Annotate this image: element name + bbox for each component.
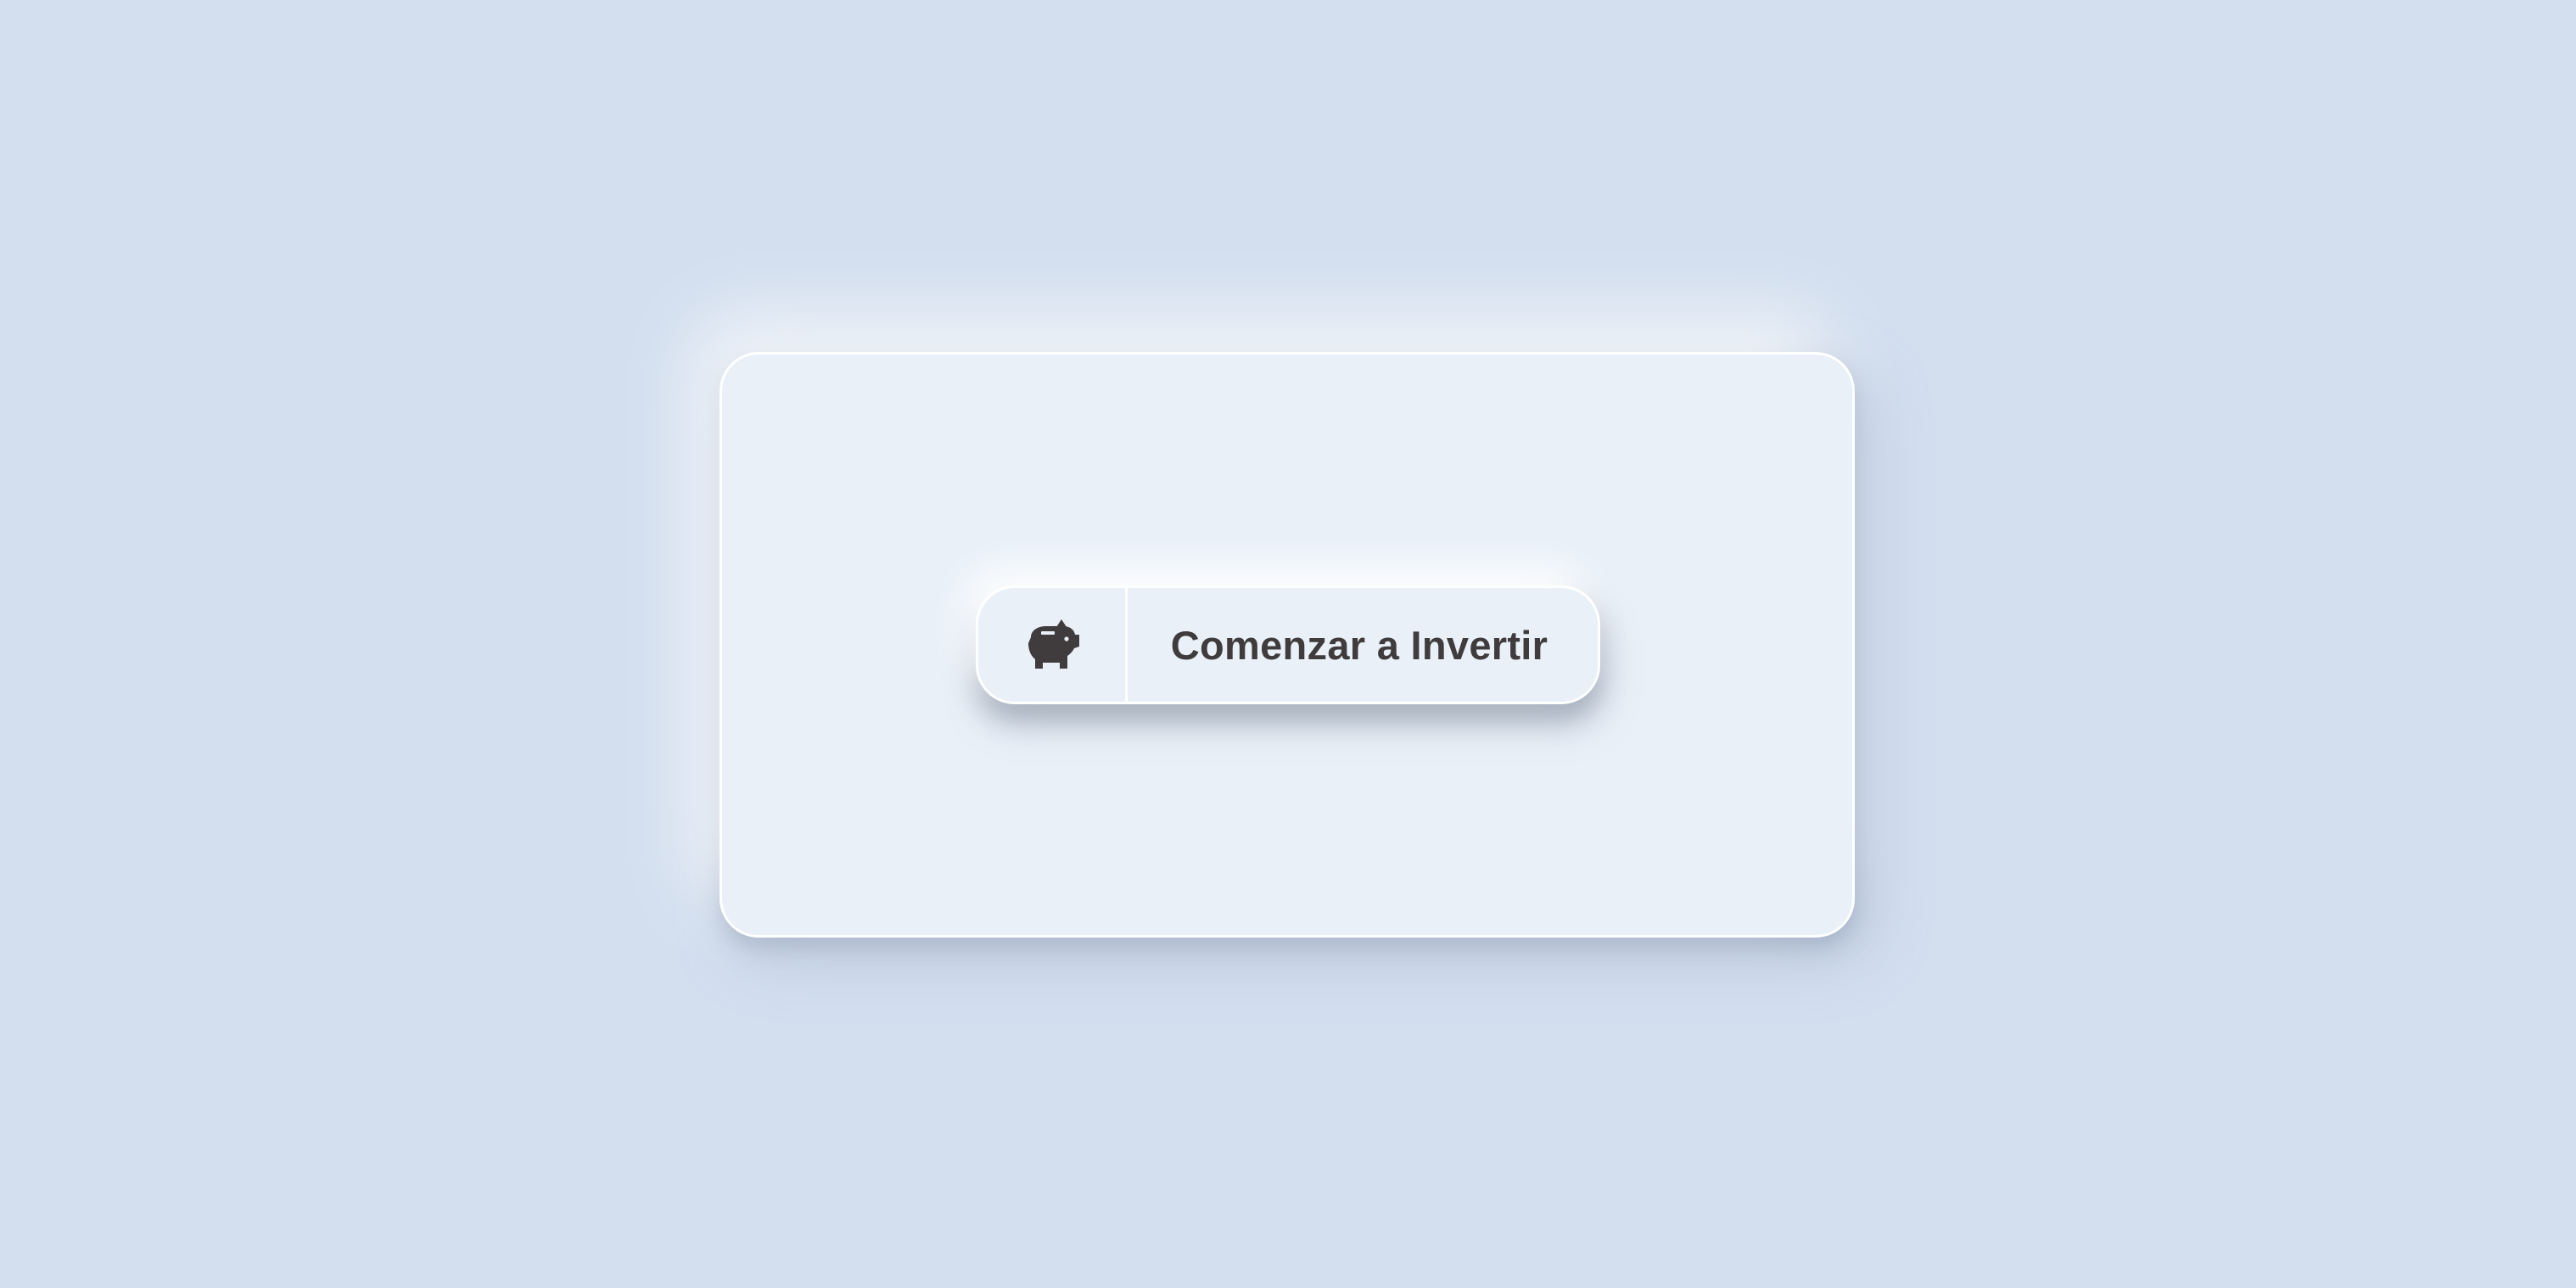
start-investing-button[interactable]: Comenzar a Invertir	[976, 585, 1600, 704]
label-container: Comenzar a Invertir	[1128, 588, 1598, 702]
piggy-bank-icon	[1028, 619, 1079, 669]
button-label: Comenzar a Invertir	[1170, 622, 1548, 668]
icon-container	[978, 588, 1128, 702]
